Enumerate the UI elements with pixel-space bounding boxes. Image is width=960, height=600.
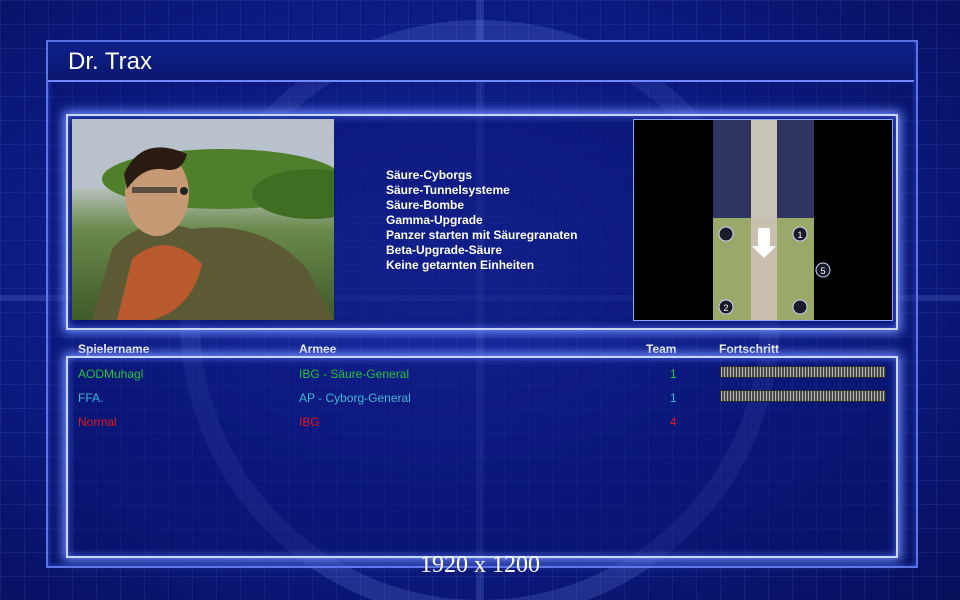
- feature-item: Säure-Tunnelsysteme: [386, 183, 510, 197]
- table-row-army: AP - Cyborg-General: [299, 391, 411, 405]
- minimap-marker-label: 5: [820, 266, 825, 276]
- feature-item: Gamma-Upgrade: [386, 213, 483, 227]
- column-header-player: Spielername: [78, 342, 150, 356]
- column-header-army: Armee: [299, 342, 337, 356]
- minimap-marker-label: 1: [797, 230, 802, 240]
- general-portrait: [72, 119, 334, 320]
- table-row-player-name: AODMuhagl: [78, 367, 144, 381]
- feature-item: Säure-Bombe: [386, 198, 465, 212]
- column-header-team: Team: [646, 342, 677, 356]
- resolution-watermark: 1920 x 1200: [420, 552, 540, 578]
- table-row-army: IBG: [299, 415, 320, 429]
- players-table-panel: [66, 356, 898, 558]
- minimap-marker-label: 2: [723, 303, 728, 313]
- table-row-progress-bar: [720, 366, 886, 378]
- general-name-title: Dr. Trax: [68, 48, 153, 75]
- feature-item: Panzer starten mit Säuregranaten: [386, 228, 578, 242]
- table-row-army: IBG - Säure-General: [299, 367, 410, 381]
- table-row-progress-bar: [720, 390, 886, 402]
- minimap-image: 1 2 5: [634, 120, 892, 320]
- portrait-image: [72, 119, 334, 320]
- table-row-player-name: Normal: [78, 415, 117, 429]
- feature-item: Säure-Cyborgs: [386, 168, 473, 182]
- table-row-player-name: FFA.: [78, 391, 104, 405]
- feature-item: Keine getarnten Einheiten: [386, 258, 535, 272]
- table-row-team: 4: [670, 415, 677, 429]
- map-preview: 1 2 5: [633, 119, 893, 321]
- table-row-team: 1: [670, 391, 677, 405]
- general-features-list: Säure-Cyborgs Säure-Tunnelsysteme Säure-…: [386, 168, 577, 273]
- table-row-team: 1: [670, 367, 677, 381]
- feature-item: Beta-Upgrade-Säure: [386, 243, 503, 257]
- column-header-progress: Fortschritt: [719, 342, 779, 356]
- title-bar: [48, 42, 914, 82]
